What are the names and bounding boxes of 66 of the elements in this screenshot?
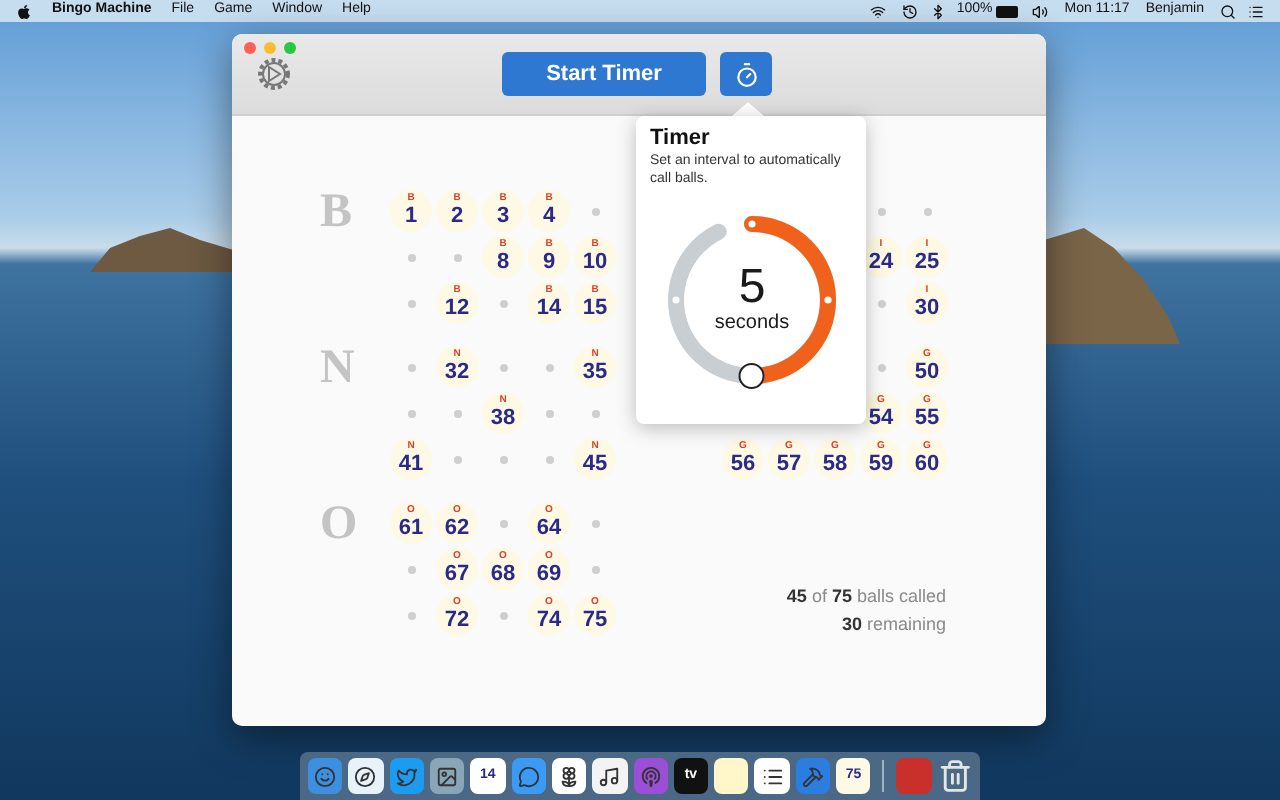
stopwatch-icon bbox=[733, 61, 759, 87]
ball-number: 58 bbox=[822, 452, 848, 476]
ball-number: 32 bbox=[444, 360, 470, 384]
ball-number: 50 bbox=[914, 360, 940, 384]
ball-number: 72 bbox=[444, 608, 470, 632]
battery-icon[interactable] bbox=[996, 5, 1019, 17]
speech-bubble-icon[interactable] bbox=[511, 758, 546, 794]
ball-number: 62 bbox=[444, 516, 470, 540]
ball-number: 61 bbox=[398, 516, 424, 540]
ball-number: 9 bbox=[542, 250, 556, 274]
dial-tick bbox=[824, 296, 832, 304]
notepad-icon[interactable] bbox=[714, 758, 749, 794]
ball-number: 30 bbox=[914, 296, 940, 320]
list-icon[interactable] bbox=[1248, 3, 1264, 19]
status-text: 45 of 75 balls called bbox=[786, 584, 946, 610]
ball-number: 14 bbox=[536, 296, 562, 320]
trash-icon[interactable] bbox=[937, 758, 972, 794]
ball-number: 68 bbox=[490, 562, 516, 586]
compass-icon[interactable] bbox=[348, 758, 384, 794]
dial-knob[interactable] bbox=[738, 363, 765, 389]
ball-number: 67 bbox=[444, 562, 470, 586]
ball-number: 1 bbox=[404, 204, 418, 228]
ball-number: 15 bbox=[582, 296, 608, 320]
timer-value: 5 bbox=[738, 264, 766, 312]
apple-icon[interactable] bbox=[16, 3, 32, 19]
ball-number: 56 bbox=[730, 452, 756, 476]
ball-number: 69 bbox=[536, 562, 562, 586]
popover-title: Timer bbox=[650, 126, 712, 152]
ball-number: 12 bbox=[444, 296, 470, 320]
bird-icon[interactable] bbox=[389, 758, 424, 794]
start-timer-button[interactable]: Start Timer bbox=[502, 52, 706, 96]
ball-number: 35 bbox=[582, 360, 608, 384]
checklist-icon[interactable] bbox=[754, 758, 790, 794]
ball-number: 24 bbox=[868, 250, 894, 274]
ball-number: 3 bbox=[496, 204, 510, 228]
ball-number: 45 bbox=[582, 452, 608, 476]
gear-icon[interactable] bbox=[256, 56, 292, 92]
dial-tick bbox=[748, 220, 756, 228]
ball-number: 4 bbox=[542, 204, 556, 228]
timer-unit: seconds bbox=[714, 312, 790, 336]
clock-history-icon[interactable] bbox=[902, 3, 919, 19]
music-note-icon[interactable] bbox=[592, 758, 627, 794]
search-icon[interactable] bbox=[1220, 3, 1236, 19]
timer-button[interactable] bbox=[720, 52, 772, 96]
ball-number: 64 bbox=[536, 516, 562, 540]
ball-number: 41 bbox=[398, 452, 424, 476]
ball-number: 38 bbox=[490, 406, 516, 430]
ball-number: 2 bbox=[450, 204, 464, 228]
dial-tick bbox=[672, 296, 680, 304]
ball-number: 25 bbox=[914, 250, 940, 274]
ball-number: 60 bbox=[914, 452, 940, 476]
volume-icon[interactable] bbox=[1032, 3, 1049, 19]
ball-number: 75 bbox=[582, 608, 608, 632]
ball-number: 55 bbox=[914, 406, 940, 430]
ball-number: 54 bbox=[868, 406, 894, 430]
ball-number: 74 bbox=[536, 608, 562, 632]
ball-number: 10 bbox=[582, 250, 608, 274]
picture-icon[interactable] bbox=[429, 758, 465, 794]
wifi-icon[interactable] bbox=[870, 3, 887, 19]
flower-icon[interactable] bbox=[551, 758, 587, 794]
ball-number: 8 bbox=[496, 250, 510, 274]
ball-number: 57 bbox=[776, 452, 802, 476]
status-text: 30 remaining bbox=[841, 612, 946, 638]
ball-number: 59 bbox=[868, 452, 894, 476]
bluetooth-icon[interactable] bbox=[930, 3, 947, 19]
finder-icon[interactable] bbox=[308, 758, 343, 794]
